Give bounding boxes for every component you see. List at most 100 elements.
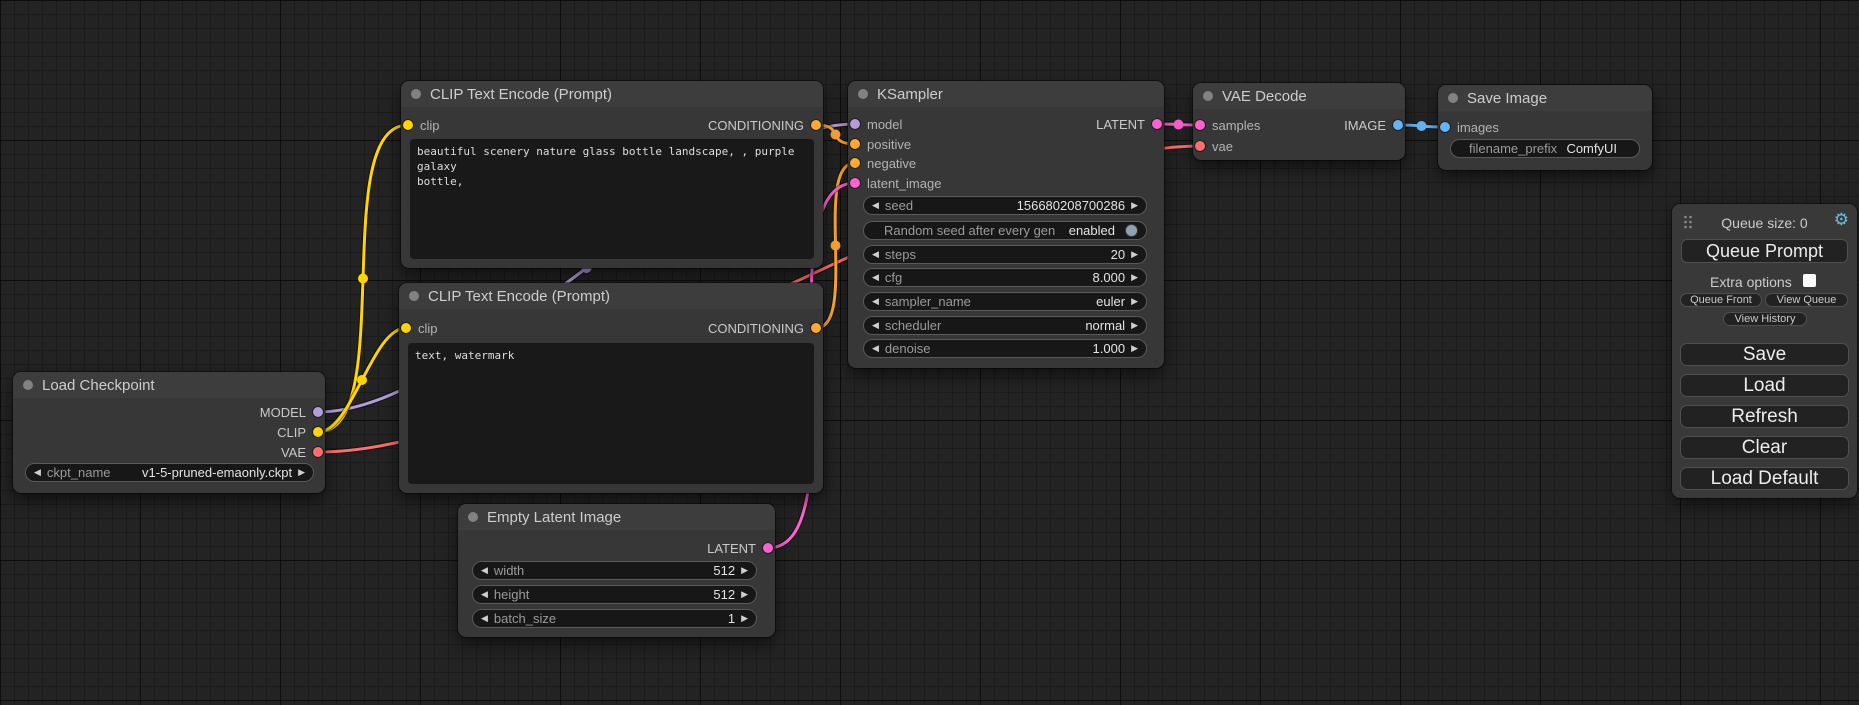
steps-widget[interactable]: ◀ steps 20 ▶ xyxy=(863,245,1147,264)
input-label: vae xyxy=(1212,139,1233,154)
increment-arrow-icon[interactable]: ▶ xyxy=(1131,321,1138,330)
toggle-enabled-icon[interactable] xyxy=(1125,224,1138,237)
input-slot-row: negative xyxy=(850,153,916,173)
node-title-bar[interactable]: VAE Decode xyxy=(1193,83,1405,109)
output-slot-row: LATENT xyxy=(1096,114,1162,134)
model-input-slot[interactable] xyxy=(850,119,860,129)
save-button[interactable]: Save xyxy=(1680,343,1849,366)
load-default-button[interactable]: Load Default xyxy=(1680,467,1849,490)
node-save-image[interactable]: Save Image images filename_prefix ComfyU… xyxy=(1438,85,1652,170)
image-output-slot[interactable] xyxy=(1393,120,1403,130)
node-empty-latent-image[interactable]: Empty Latent Image LATENT ◀ width 512 ▶ … xyxy=(458,504,775,637)
sampler-name-widget[interactable]: ◀ sampler_name euler ▶ xyxy=(863,292,1147,311)
node-clip-text-encode-positive[interactable]: CLIP Text Encode (Prompt) clip CONDITION… xyxy=(401,81,823,268)
widget-value: normal xyxy=(1085,318,1125,333)
decrement-arrow-icon[interactable]: ◀ xyxy=(872,201,879,210)
input-slot-row: model xyxy=(850,114,902,134)
increment-arrow-icon[interactable]: ▶ xyxy=(741,590,748,599)
latent-image-input-slot[interactable] xyxy=(850,178,860,188)
increment-arrow-icon[interactable]: ▶ xyxy=(1131,297,1138,306)
samples-input-slot[interactable] xyxy=(1195,120,1205,130)
vae-input-slot[interactable] xyxy=(1195,141,1205,151)
node-title-bar[interactable]: Empty Latent Image xyxy=(458,504,775,530)
node-title-bar[interactable]: Save Image xyxy=(1438,85,1652,111)
width-widget[interactable]: ◀ width 512 ▶ xyxy=(472,561,757,580)
queue-front-button[interactable]: Queue Front xyxy=(1680,293,1762,307)
node-status-dot-icon xyxy=(23,380,33,390)
output-slot-row: CLIP xyxy=(277,422,323,442)
scheduler-widget[interactable]: ◀ scheduler normal ▶ xyxy=(863,316,1147,335)
graph-canvas[interactable]: Load Checkpoint MODEL CLIP VAE ◀ ckpt_na… xyxy=(0,0,1859,705)
model-output-slot[interactable] xyxy=(313,407,323,417)
load-button[interactable]: Load xyxy=(1680,374,1849,397)
decrement-arrow-icon[interactable]: ◀ xyxy=(872,297,879,306)
clip-output-slot[interactable] xyxy=(313,427,323,437)
clip-input-slot[interactable] xyxy=(403,120,413,130)
seed-widget[interactable]: ◀ seed 156680208700286 ▶ xyxy=(863,196,1147,215)
ckpt-name-widget[interactable]: ◀ ckpt_name v1-5-pruned-emaonly.ckpt ▶ xyxy=(25,463,314,482)
latent-output-slot[interactable] xyxy=(1152,119,1162,129)
input-label: positive xyxy=(867,137,911,152)
decrement-arrow-icon[interactable]: ◀ xyxy=(481,614,488,623)
height-widget[interactable]: ◀ height 512 ▶ xyxy=(472,585,757,604)
increment-arrow-icon[interactable]: ▶ xyxy=(1131,344,1138,353)
node-title-bar[interactable]: CLIP Text Encode (Prompt) xyxy=(401,81,823,107)
decrement-arrow-icon[interactable]: ◀ xyxy=(872,344,879,353)
conditioning-output-slot[interactable] xyxy=(811,120,821,130)
widget-label: denoise xyxy=(885,341,931,356)
output-slot-row: VAE xyxy=(281,442,323,462)
widget-label: Random seed after every gen xyxy=(884,223,1055,238)
decrement-arrow-icon[interactable]: ◀ xyxy=(872,250,879,259)
increment-arrow-icon[interactable]: ▶ xyxy=(741,566,748,575)
output-slot-row: IMAGE xyxy=(1344,115,1403,135)
widget-label: ckpt_name xyxy=(47,465,111,480)
denoise-widget[interactable]: ◀ denoise 1.000 ▶ xyxy=(863,339,1147,358)
positive-input-slot[interactable] xyxy=(850,139,860,149)
node-title-bar[interactable]: KSampler xyxy=(848,81,1164,107)
clip-input-slot[interactable] xyxy=(401,323,411,333)
node-status-dot-icon xyxy=(1448,93,1458,103)
widget-value: 1.000 xyxy=(1093,341,1126,356)
decrement-arrow-icon[interactable]: ◀ xyxy=(872,321,879,330)
view-queue-button[interactable]: View Queue xyxy=(1765,293,1848,307)
queue-prompt-button[interactable]: Queue Prompt xyxy=(1681,239,1848,263)
clear-button[interactable]: Clear xyxy=(1680,436,1849,459)
increment-arrow-icon[interactable]: ▶ xyxy=(1131,273,1138,282)
refresh-button[interactable]: Refresh xyxy=(1680,405,1849,428)
input-slot-row: positive xyxy=(850,134,911,154)
random-seed-toggle-widget[interactable]: Random seed after every gen enabled xyxy=(863,221,1147,240)
node-clip-text-encode-negative[interactable]: CLIP Text Encode (Prompt) clip CONDITION… xyxy=(399,283,823,493)
settings-gear-icon[interactable]: ⚙ xyxy=(1834,211,1849,228)
queue-size-label: Queue size: 0 xyxy=(1672,215,1857,231)
prompt-text-area[interactable]: text, watermark xyxy=(408,343,814,484)
widget-label: filename_prefix xyxy=(1469,141,1557,156)
node-vae-decode[interactable]: VAE Decode samples vae IMAGE xyxy=(1193,83,1405,160)
node-title-bar[interactable]: CLIP Text Encode (Prompt) xyxy=(399,283,823,309)
increment-arrow-icon[interactable]: ▶ xyxy=(298,468,305,477)
batch-size-widget[interactable]: ◀ batch_size 1 ▶ xyxy=(472,609,757,628)
node-title: Empty Latent Image xyxy=(487,509,621,526)
images-input-slot[interactable] xyxy=(1440,122,1450,132)
conditioning-output-slot[interactable] xyxy=(811,323,821,333)
cfg-widget[interactable]: ◀ cfg 8.000 ▶ xyxy=(863,268,1147,287)
filename-prefix-widget[interactable]: filename_prefix ComfyUI xyxy=(1450,139,1640,158)
widget-label: width xyxy=(494,563,524,578)
increment-arrow-icon[interactable]: ▶ xyxy=(741,614,748,623)
negative-input-slot[interactable] xyxy=(850,158,860,168)
node-title-bar[interactable]: Load Checkpoint xyxy=(13,372,325,398)
decrement-arrow-icon[interactable]: ◀ xyxy=(481,590,488,599)
widget-label: seed xyxy=(885,198,913,213)
view-history-button[interactable]: View History xyxy=(1723,312,1807,326)
prompt-text-area[interactable]: beautiful scenery nature glass bottle la… xyxy=(410,139,814,259)
latent-output-slot[interactable] xyxy=(763,543,773,553)
vae-output-slot[interactable] xyxy=(313,447,323,457)
extra-options-checkbox[interactable] xyxy=(1803,274,1816,287)
decrement-arrow-icon[interactable]: ◀ xyxy=(872,273,879,282)
increment-arrow-icon[interactable]: ▶ xyxy=(1131,250,1138,259)
queue-panel[interactable]: Queue size: 0 ⚙ Queue Prompt Extra optio… xyxy=(1672,204,1857,498)
decrement-arrow-icon[interactable]: ◀ xyxy=(34,468,41,477)
increment-arrow-icon[interactable]: ▶ xyxy=(1131,201,1138,210)
node-load-checkpoint[interactable]: Load Checkpoint MODEL CLIP VAE ◀ ckpt_na… xyxy=(13,372,325,493)
decrement-arrow-icon[interactable]: ◀ xyxy=(481,566,488,575)
node-ksampler[interactable]: KSampler model positive negative latent_… xyxy=(848,81,1164,368)
